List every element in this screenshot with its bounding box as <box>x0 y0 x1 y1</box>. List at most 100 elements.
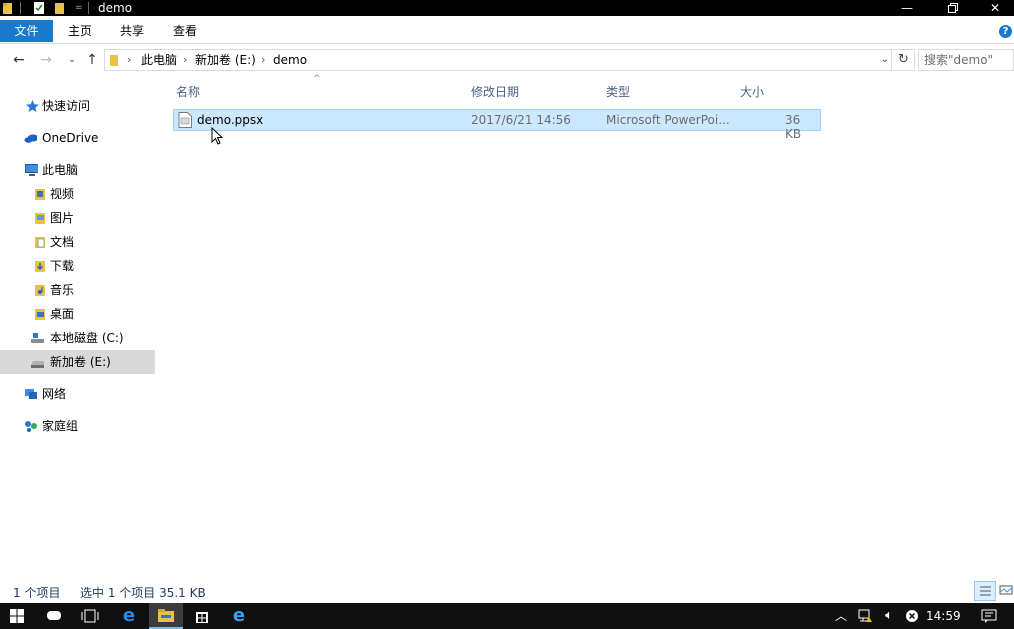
breadcrumb-this-pc[interactable]: 此电脑 <box>141 50 177 70</box>
sidebar-item-label: OneDrive <box>42 131 99 145</box>
sidebar-item-documents[interactable]: 文档 <box>0 230 155 254</box>
taskbar-store[interactable] <box>186 603 218 629</box>
network-warning-icon <box>858 609 872 622</box>
sidebar-item-onedrive[interactable]: OneDrive <box>0 126 155 150</box>
folder-icon <box>110 55 118 66</box>
sidebar-item-videos[interactable]: 视频 <box>0 182 155 206</box>
sidebar-item-quick-access[interactable]: 快速访问 <box>0 94 155 118</box>
taskbar-file-explorer[interactable] <box>149 603 183 629</box>
task-view-button[interactable] <box>74 603 106 629</box>
sidebar-item-pictures[interactable]: 图片 <box>0 206 155 230</box>
new-folder-icon[interactable] <box>54 1 66 15</box>
column-header-type[interactable]: 类型 <box>606 83 630 100</box>
sidebar-item-label: 音乐 <box>50 283 75 297</box>
sidebar-item-this-pc[interactable]: 此电脑 <box>0 158 155 182</box>
minimize-icon: — <box>901 1 913 15</box>
mouse-cursor-icon <box>211 127 223 145</box>
start-button[interactable] <box>0 603 34 629</box>
sidebar-item-label: 此电脑 <box>42 163 79 177</box>
file-modified: 2017/6/21 14:56 <box>471 113 571 127</box>
tab-share[interactable]: 共享 <box>109 20 155 42</box>
cortana-button[interactable] <box>38 603 70 629</box>
sidebar-item-volume-e[interactable]: 新加卷 (E:) <box>0 350 155 374</box>
sidebar-item-label: 新加卷 (E:) <box>50 355 111 369</box>
close-icon: ✕ <box>989 1 1001 15</box>
address-dropdown-icon[interactable]: ⌄ <box>881 50 889 70</box>
details-view-button[interactable] <box>974 581 996 601</box>
refresh-button[interactable]: ↻ <box>893 49 915 71</box>
sidebar-item-label: 桌面 <box>50 307 75 321</box>
network-icon <box>25 389 37 399</box>
sidebar-item-label: 文档 <box>50 235 75 249</box>
music-folder-icon <box>35 285 45 296</box>
large-icons-view-button[interactable] <box>997 581 1014 601</box>
column-header-size[interactable]: 大小 <box>740 83 764 100</box>
tab-file[interactable]: 文件 <box>0 20 53 42</box>
close-button[interactable]: ✕ <box>976 0 1014 16</box>
recent-locations-button[interactable]: ⌄ <box>63 52 81 68</box>
sidebar-item-music[interactable]: 音乐 <box>0 278 155 302</box>
column-header-modified[interactable]: 修改日期 <box>471 83 519 100</box>
chevron-down-icon: ⌄ <box>68 55 76 65</box>
clock[interactable]: 14:59 <box>926 603 961 629</box>
file-type: Microsoft PowerPoi... <box>606 113 730 127</box>
windows-drive-icon <box>31 333 44 343</box>
status-bar: 1 个项目 选中 1 个项目 35.1 KB <box>0 580 1014 602</box>
file-size: 36 KB <box>785 113 802 141</box>
videos-folder-icon <box>35 189 45 200</box>
folder-icon <box>3 3 12 14</box>
title-bar: = demo — ✕ <box>0 0 1014 16</box>
network-status-button[interactable] <box>854 603 876 629</box>
up-button[interactable]: ↑ <box>83 52 101 68</box>
sidebar-item-local-disk-c[interactable]: 本地磁盘 (C:) <box>0 326 155 350</box>
sidebar-item-label: 网络 <box>42 387 67 401</box>
action-status-button[interactable] <box>902 603 922 629</box>
documents-folder-icon <box>35 237 45 248</box>
chevron-right-icon: › <box>261 53 266 66</box>
file-name[interactable]: demo.ppsx <box>197 113 263 127</box>
sidebar-item-homegroup[interactable]: 家庭组 <box>0 414 155 438</box>
item-count: 1 个项目 <box>13 586 61 600</box>
back-button[interactable]: ← <box>10 52 28 68</box>
help-button[interactable]: ? <box>999 25 1012 38</box>
sidebar-item-label: 视频 <box>50 187 75 201</box>
search-input[interactable]: 搜索"demo" <box>918 49 1014 71</box>
properties-icon[interactable] <box>32 1 46 15</box>
speaker-icon: 🔈︎ <box>885 608 893 623</box>
forward-button[interactable]: → <box>37 52 55 68</box>
address-bar[interactable]: › 此电脑 › 新加卷 (E:) › demo ⌄ <box>104 49 892 71</box>
taskbar-edge[interactable]: e <box>112 603 146 629</box>
sidebar-item-network[interactable]: 网络 <box>0 382 155 406</box>
star-icon <box>26 100 39 112</box>
sidebar-item-downloads[interactable]: 下载 <box>0 254 155 278</box>
sidebar-item-label: 快速访问 <box>42 99 91 113</box>
chevron-right-icon: › <box>127 53 132 66</box>
tab-home[interactable]: 主页 <box>57 20 103 42</box>
chat-bubble-icon <box>47 611 61 620</box>
quick-access-dropdown-icon[interactable]: = <box>75 0 83 16</box>
ribbon: 文件 主页 共享 查看 ? <box>0 16 1014 44</box>
arrow-left-icon: ← <box>13 52 25 68</box>
tab-view[interactable]: 查看 <box>162 20 208 42</box>
navigation-pane: 快速访问 OneDrive 此电脑 视频 图片 文档 下载 音乐 桌面 本地磁盘… <box>0 92 155 572</box>
chevron-up-icon: ︿ <box>834 609 847 623</box>
sidebar-item-label: 图片 <box>50 211 75 225</box>
breadcrumb-demo[interactable]: demo <box>273 50 307 70</box>
restore-button[interactable] <box>930 0 976 16</box>
column-headers: ^ 名称 修改日期 类型 大小 <box>163 74 863 102</box>
action-center-button[interactable] <box>976 603 1002 629</box>
taskbar-internet-explorer[interactable]: e <box>222 603 256 629</box>
divider <box>20 2 21 14</box>
edge-icon: e <box>122 605 136 626</box>
drive-icon <box>31 361 44 368</box>
sidebar-item-desktop[interactable]: 桌面 <box>0 302 155 326</box>
show-hidden-icons-button[interactable]: ︿ <box>832 603 850 629</box>
column-header-name[interactable]: 名称 <box>176 83 200 100</box>
arrow-up-icon: ↑ <box>86 52 98 68</box>
minimize-button[interactable]: — <box>884 0 930 16</box>
restore-icon <box>948 3 958 13</box>
sort-ascending-icon: ^ <box>313 74 321 84</box>
table-row[interactable]: demo.ppsx 2017/6/21 14:56 Microsoft Powe… <box>173 109 821 141</box>
breadcrumb-volume-e[interactable]: 新加卷 (E:) <box>195 50 256 70</box>
volume-button[interactable]: 🔈︎ <box>878 603 900 629</box>
